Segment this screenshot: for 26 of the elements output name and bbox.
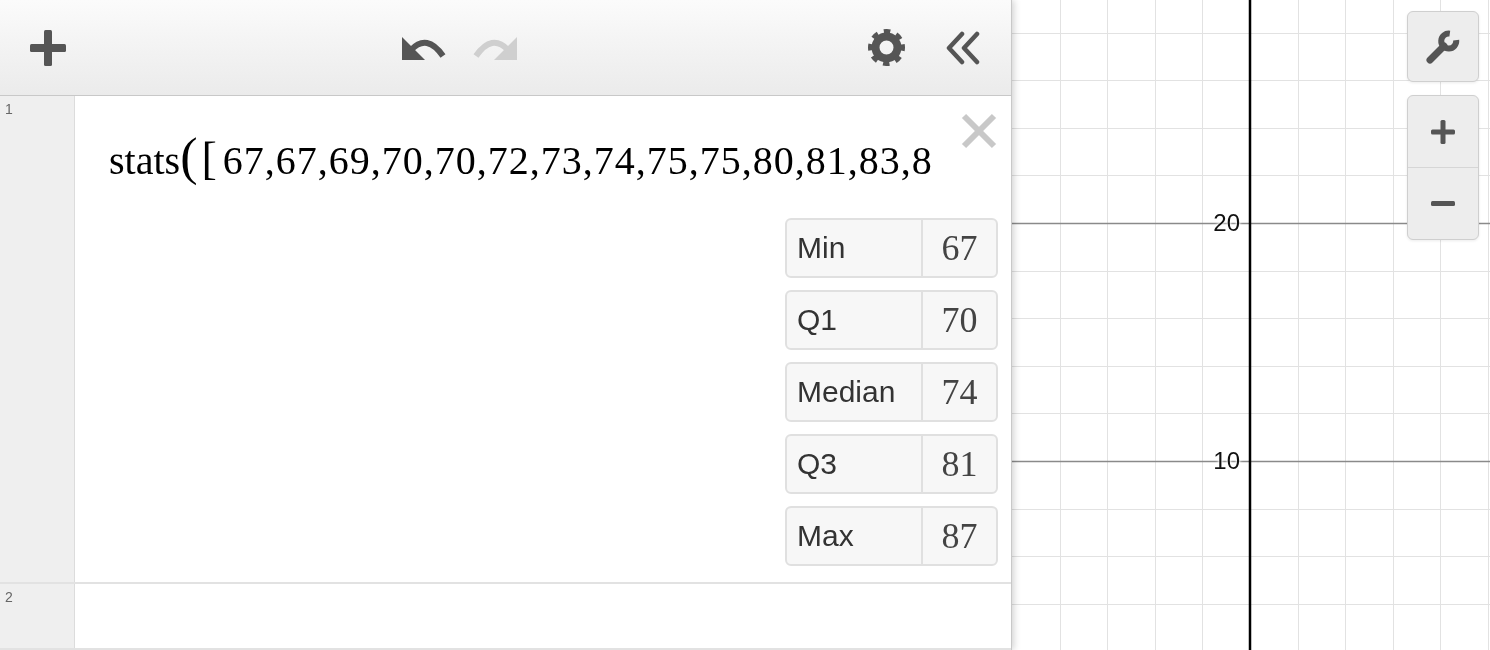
- expression-field[interactable]: stats([67,67,69,70,70,72,73,74,75,75,80,81,83,8: [109, 127, 933, 191]
- stat-value: 74: [921, 364, 996, 420]
- axis-tick-label: 20: [1213, 211, 1240, 235]
- line-number: 2: [5, 589, 13, 605]
- axis-tick-label: 10: [1213, 449, 1240, 473]
- minus-icon: [1431, 201, 1455, 206]
- stat-value: 67: [921, 220, 996, 276]
- undo-icon: [402, 34, 446, 61]
- expression-item[interactable]: 1 stats([67,67,69,70,70,72,73,74,75,75,80,81,83,8 Min 67 Q1 70 Median 74 Q3 81 Max 87: [0, 96, 1011, 584]
- plus-icon: [1431, 119, 1455, 144]
- stat-label: Min: [796, 230, 847, 266]
- line-number: 1: [5, 101, 13, 117]
- stat-label: Q1: [796, 302, 839, 338]
- wrench-icon: [1425, 28, 1461, 65]
- double-chevron-icon: [945, 30, 981, 65]
- stat-value: 81: [921, 436, 996, 492]
- stat-value: 70: [921, 292, 996, 348]
- stat-label: Max: [796, 518, 855, 554]
- stat-label: Q3: [796, 446, 839, 482]
- settings-icon: [868, 29, 905, 66]
- graph-settings-button[interactable]: [1407, 11, 1479, 82]
- close-icon: [961, 113, 997, 149]
- expression-item[interactable]: 2: [0, 584, 1011, 650]
- stat-value: 87: [921, 508, 996, 564]
- stat-label: Median: [796, 374, 897, 410]
- plus-icon: [30, 29, 66, 66]
